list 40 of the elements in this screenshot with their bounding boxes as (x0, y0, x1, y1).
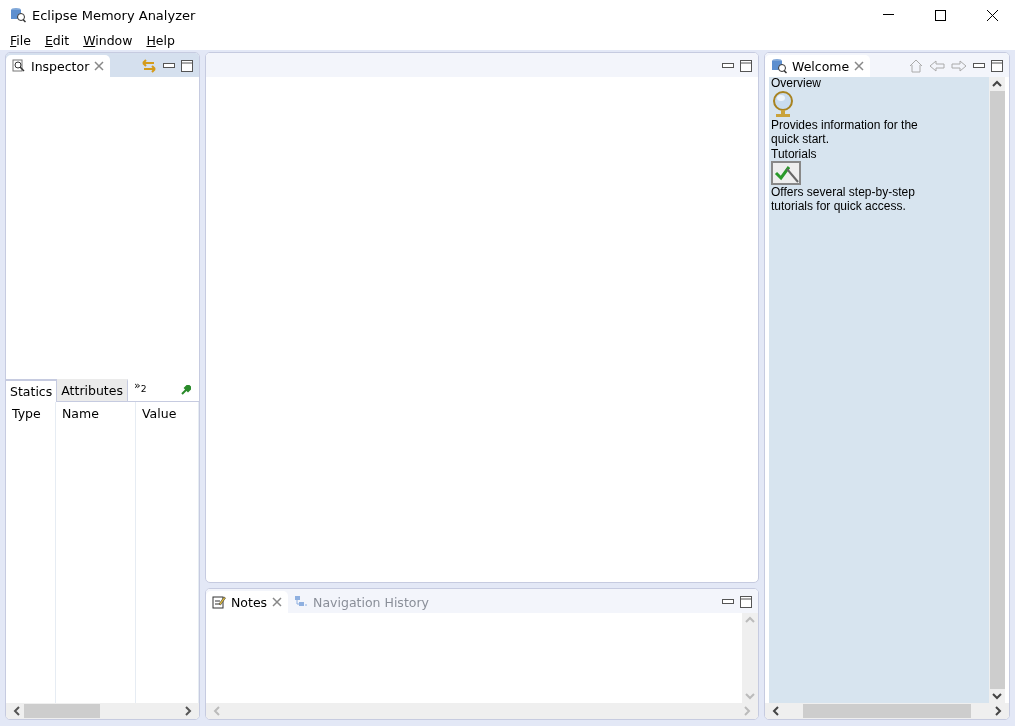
maximize-icon[interactable] (181, 60, 193, 72)
section-title[interactable]: Overview (771, 77, 987, 90)
minimize-icon[interactable] (722, 599, 734, 605)
column-header[interactable]: Name (56, 401, 135, 425)
inspect-icon (12, 59, 26, 73)
detail-tab[interactable]: Attributes (57, 378, 128, 401)
detail-tab[interactable]: Statics (6, 378, 58, 402)
section-description: Provides information for the quick start. (771, 118, 919, 146)
database-icon (771, 58, 787, 74)
minimize-icon[interactable] (163, 63, 175, 69)
view-tab[interactable]: Inspector (6, 55, 111, 77)
view-tab[interactable]: Notes (206, 591, 289, 613)
scrollbar-thumb[interactable] (24, 704, 100, 718)
section-title[interactable]: Tutorials (771, 148, 987, 161)
window-title: Eclipse Memory Analyzer (32, 7, 197, 23)
notepad-icon (212, 595, 226, 609)
menu-item[interactable]: Edit (44, 32, 70, 48)
column-header[interactable]: Value (136, 401, 198, 425)
menu-item[interactable]: File (10, 32, 31, 48)
more-tabs-button[interactable]: »$_{2}$ (128, 378, 153, 401)
maximize-icon[interactable] (740, 596, 752, 608)
close-icon[interactable] (986, 9, 998, 21)
minimize-icon[interactable] (882, 14, 894, 16)
pin-icon[interactable] (181, 384, 191, 395)
hierarchy-icon (294, 595, 309, 609)
database-icon (10, 7, 26, 23)
menu-item[interactable]: Window (83, 32, 133, 48)
view-tab[interactable]: Welcome (765, 55, 871, 77)
minimize-icon[interactable] (722, 63, 734, 69)
minimize-icon[interactable] (973, 63, 985, 69)
scrollbar-thumb[interactable] (989, 91, 1005, 689)
section-description: Offers several step-by-step tutorials for quick access. (771, 185, 916, 213)
maximize-icon[interactable] (740, 60, 752, 72)
maximize-icon[interactable] (934, 9, 946, 21)
column-header[interactable]: Type (6, 401, 55, 425)
checklist-icon[interactable] (771, 161, 801, 185)
scrollbar-thumb[interactable] (803, 704, 971, 718)
maximize-icon[interactable] (991, 60, 1003, 72)
menu-item[interactable]: Help (146, 32, 175, 48)
globe-icon[interactable] (771, 90, 795, 118)
